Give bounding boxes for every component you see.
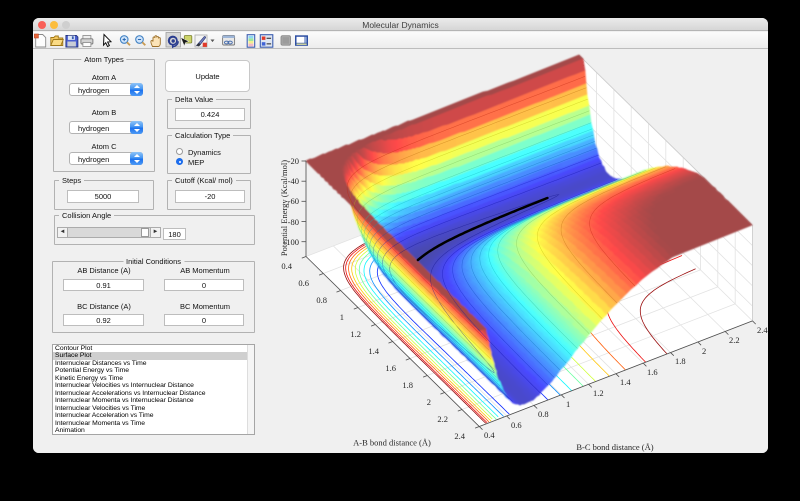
svg-text:1.4: 1.4 xyxy=(368,346,379,356)
svg-text:2: 2 xyxy=(702,346,706,356)
svg-text:2.2: 2.2 xyxy=(437,414,448,424)
svg-text:1: 1 xyxy=(340,312,344,322)
svg-text:1.8: 1.8 xyxy=(402,380,413,390)
svg-text:-20: -20 xyxy=(288,156,299,166)
svg-text:1.2: 1.2 xyxy=(350,329,361,339)
svg-text:0.8: 0.8 xyxy=(316,295,327,305)
svg-text:Potential Energy (Kcal/mol): Potential Energy (Kcal/mol) xyxy=(279,160,289,256)
svg-text:2.4: 2.4 xyxy=(757,325,768,335)
svg-text:1.6: 1.6 xyxy=(385,363,396,373)
svg-text:1.6: 1.6 xyxy=(647,367,658,377)
svg-text:-40: -40 xyxy=(288,176,299,186)
svg-text:0.4: 0.4 xyxy=(484,430,495,440)
svg-text:2.4: 2.4 xyxy=(454,431,465,441)
svg-text:0.6: 0.6 xyxy=(511,420,522,430)
svg-text:-80: -80 xyxy=(288,217,299,227)
svg-text:0.6: 0.6 xyxy=(298,278,309,288)
svg-text:1.8: 1.8 xyxy=(675,356,686,366)
svg-text:B-C bond distance (Å): B-C bond distance (Å) xyxy=(576,442,653,452)
svg-text:0.8: 0.8 xyxy=(538,409,549,419)
svg-text:2: 2 xyxy=(427,397,431,407)
svg-text:0.4: 0.4 xyxy=(281,261,292,271)
svg-text:2.2: 2.2 xyxy=(729,335,740,345)
svg-text:A-B bond distance (Å): A-B bond distance (Å) xyxy=(353,438,431,448)
svg-text:-60: -60 xyxy=(288,196,299,206)
svg-text:1.4: 1.4 xyxy=(620,377,631,387)
svg-text:1: 1 xyxy=(566,399,570,409)
svg-text:1.2: 1.2 xyxy=(593,388,604,398)
